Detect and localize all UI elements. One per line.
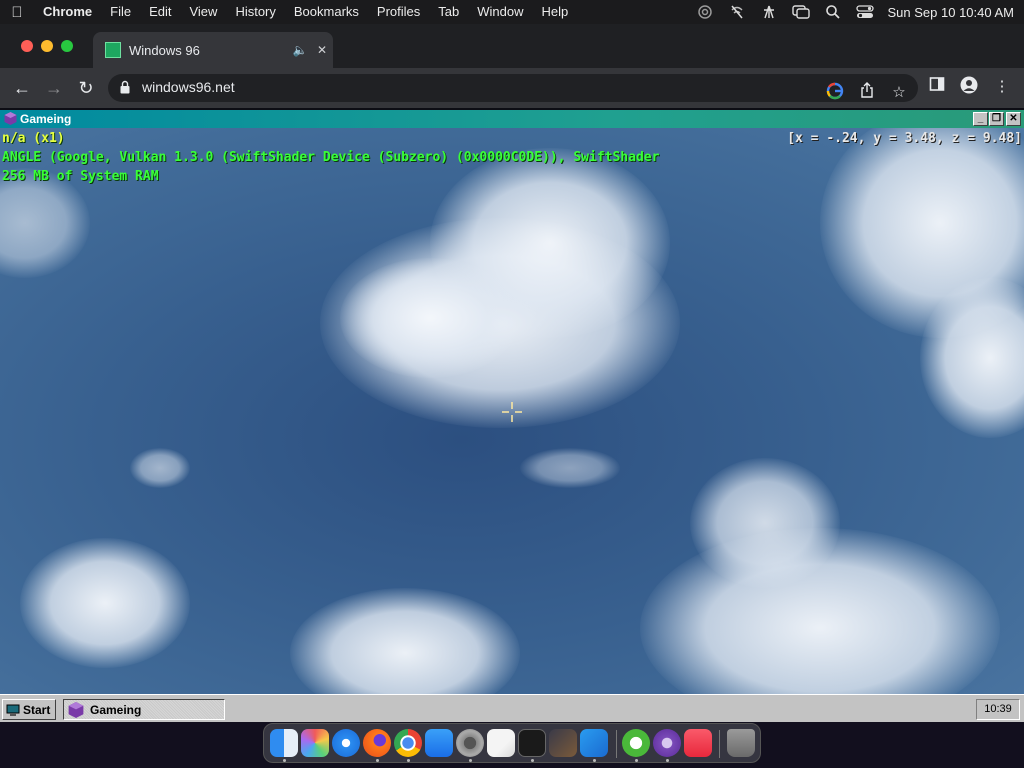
menu-bookmarks[interactable]: Bookmarks [285,0,368,24]
running-indicator [593,759,596,762]
gameing-app-icon [4,112,17,125]
cloud [690,458,840,588]
control-center-icon[interactable] [855,0,874,24]
close-window-button[interactable] [21,40,33,52]
firefox-icon[interactable] [363,729,391,757]
running-indicator [469,759,472,762]
minimize-window-button[interactable] [41,40,53,52]
window-title: Gameing [20,112,72,126]
zoom-window-button[interactable] [61,40,73,52]
share-icon[interactable] [856,82,878,104]
lock-icon [120,80,130,94]
menu-help[interactable]: Help [533,0,578,24]
menu-window[interactable]: Window [468,0,532,24]
start-label: Start [23,702,51,717]
tor-browser-icon[interactable] [653,729,681,757]
instruments-icon[interactable] [549,729,577,757]
taskbar-item-gameing[interactable]: Gameing [63,699,225,720]
utorrent-icon[interactable] [622,729,650,757]
forward-icon[interactable]: → [42,76,66,100]
screen-mirroring-icon[interactable] [791,0,810,24]
menu-profiles[interactable]: Profiles [368,0,429,24]
terminal-icon[interactable] [518,729,546,757]
browser-tab[interactable]: Windows 96 🔈 ✕ [93,32,333,68]
win96-taskbar: Start Gameing 10:39 [0,694,1024,722]
cloud [290,588,520,694]
running-indicator [283,759,286,762]
cloud [130,448,190,488]
music-icon[interactable] [684,729,712,757]
vscode-icon[interactable] [580,729,608,757]
restore-button[interactable]: ❐ [989,112,1004,126]
running-indicator [407,759,410,762]
profile-avatar-icon[interactable] [958,76,980,98]
antenna-icon[interactable] [760,0,778,24]
tab-title: Windows 96 [129,42,200,58]
airplay-icon[interactable] [696,0,714,24]
dock-separator [719,730,720,758]
menu-tab[interactable]: Tab [429,0,468,24]
trash-icon[interactable] [727,729,755,757]
hud-line-scale: n/a (x1) [2,131,65,146]
running-indicator [376,759,379,762]
reload-icon[interactable]: ↻ [74,76,98,100]
cloud [20,538,190,668]
gameing-window-titlebar[interactable]: Gameing _ ❐ ✕ [0,110,1024,128]
player-coordinates: [x = -.24, y = 3.48, z = 9.48] [787,131,1022,146]
safari-icon[interactable] [332,729,360,757]
start-logo-icon [6,704,20,716]
textedit-icon[interactable] [487,729,515,757]
spotlight-search-icon[interactable] [824,0,842,24]
running-indicator [635,759,638,762]
cloud [520,448,620,488]
wifi-off-icon[interactable] [728,0,746,24]
launchpad-icon[interactable] [301,729,329,757]
hud-line-memory: 256 MB of System RAM [2,169,159,184]
system-settings-icon[interactable] [456,729,484,757]
menu-view[interactable]: View [180,0,226,24]
menu-app-name[interactable]: Chrome [34,0,101,24]
more-menu-icon[interactable]: ⋮ [991,76,1013,98]
gameing-taskbar-icon [68,701,84,718]
windows96-favicon-icon [105,42,121,58]
tab-close-icon[interactable]: ✕ [311,43,333,57]
menu-edit[interactable]: Edit [140,0,180,24]
dock-separator [616,730,617,758]
url-text[interactable]: windows96.net [142,79,235,95]
finder-icon[interactable] [270,729,298,757]
running-indicator [531,759,534,762]
browser-toolbar: ← → ↻ windows96.net ☆ ⋮ [0,68,1024,108]
minimize-button[interactable]: _ [973,112,988,126]
bookmark-star-icon[interactable]: ☆ [888,82,910,104]
macos-menubar:  Chrome File Edit View History Bookmark… [0,0,1024,24]
tray-clock[interactable]: 10:39 [976,699,1020,720]
apple-menu-icon[interactable]:  [0,4,34,21]
menubar-clock[interactable]: Sun Sep 10 10:40 AM [888,5,1014,20]
game-viewport[interactable]: n/a (x1) ANGLE (Google, Vulkan 1.3.0 (Sw… [0,128,1024,694]
start-button[interactable]: Start [2,699,56,720]
cloud [0,168,90,278]
chrome-icon[interactable] [394,729,422,757]
hud-line-renderer: ANGLE (Google, Vulkan 1.3.0 (SwiftShader… [2,150,660,165]
side-panel-icon[interactable] [926,76,948,98]
running-indicator [666,759,669,762]
back-icon[interactable]: ← [10,76,34,100]
app-store-icon[interactable] [425,729,453,757]
address-bar[interactable]: windows96.net ☆ [108,74,918,102]
taskbar-item-label: Gameing [90,702,142,717]
menu-file[interactable]: File [101,0,140,24]
cloud [340,258,520,378]
close-button[interactable]: ✕ [1006,112,1021,126]
google-lens-icon[interactable] [824,82,846,104]
tab-audio-icon[interactable]: 🔈 [289,43,311,57]
macos-dock [263,723,761,763]
menu-history[interactable]: History [226,0,284,24]
crosshair-icon [502,402,522,422]
